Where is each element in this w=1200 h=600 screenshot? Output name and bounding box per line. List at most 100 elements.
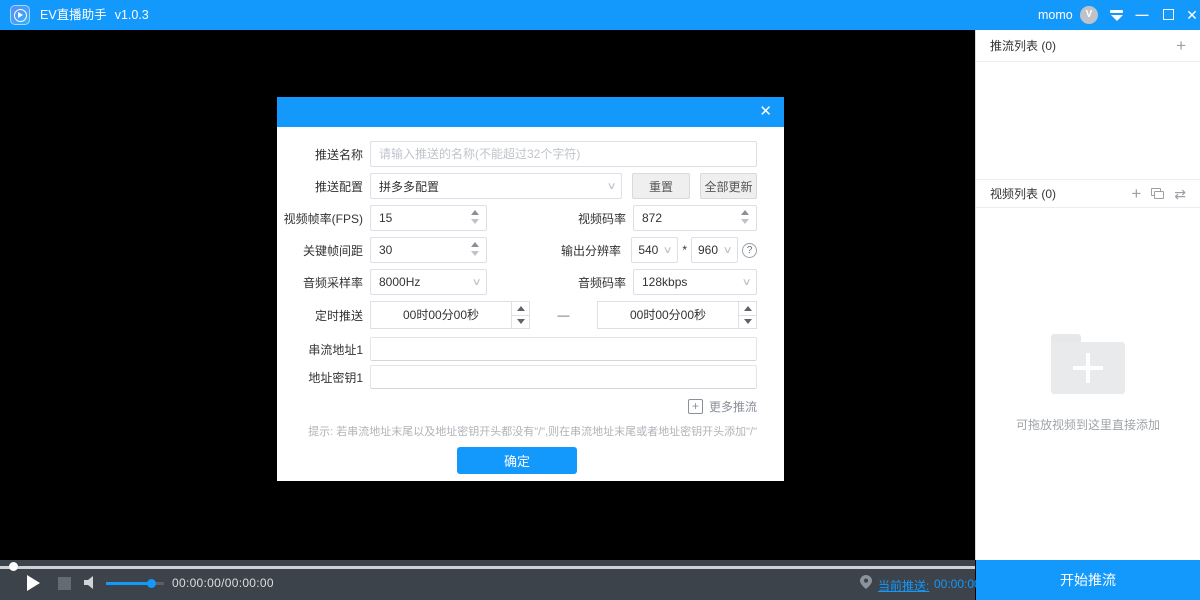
user-avatar[interactable]: V: [1080, 6, 1098, 24]
spin-up-icon[interactable]: [741, 210, 749, 215]
keyframe-interval-spinner[interactable]: 30: [370, 237, 487, 263]
audio-bitrate-label: 音频码率: [487, 274, 633, 291]
push-list-header: 推流列表 (0) +: [976, 30, 1200, 62]
seek-handle[interactable]: [9, 562, 18, 571]
stream-key-input[interactable]: [370, 365, 757, 389]
scheduled-push-row: 定时推送 00时00分00秒 — 00时00分00秒: [277, 301, 757, 329]
playback-time: 00:00:00/00:00:00: [172, 576, 274, 590]
spin-down-button[interactable]: [739, 315, 756, 329]
add-push-icon[interactable]: +: [1176, 37, 1186, 54]
refresh-list-icon[interactable]: ⇄: [1174, 187, 1186, 201]
chevron-down-icon: ∨: [606, 181, 616, 192]
stream-key-label: 地址密钥1: [277, 369, 370, 386]
video-fps-value: 15: [379, 211, 392, 225]
start-push-button[interactable]: 开始推流: [976, 560, 1200, 600]
schedule-end-value[interactable]: 00时00分00秒: [597, 301, 739, 329]
stream-key-row: 地址密钥1: [277, 365, 757, 389]
video-bitrate-spinner[interactable]: 872: [633, 205, 757, 231]
spin-up-icon[interactable]: [471, 242, 479, 247]
spin-down-icon[interactable]: [471, 251, 479, 256]
add-video-icon[interactable]: +: [1131, 185, 1141, 202]
stop-button[interactable]: [58, 577, 71, 590]
help-icon[interactable]: ?: [742, 243, 757, 258]
add-more-push-icon[interactable]: +: [688, 399, 703, 414]
dialog-close-icon[interactable]: ✕: [759, 97, 772, 127]
confirm-row: 确定: [277, 447, 757, 474]
stream-url-row: 串流地址1: [277, 337, 757, 361]
video-fps-label: 视频帧率(FPS): [277, 210, 370, 227]
stream-url-label: 串流地址1: [277, 341, 370, 358]
current-push-label: 当前推送:: [878, 577, 929, 594]
schedule-start-field[interactable]: 00时00分00秒: [370, 301, 530, 329]
audio-bitrate-value: 128kbps: [642, 275, 687, 289]
maximize-button[interactable]: [1156, 0, 1180, 30]
collapse-menu-icon[interactable]: [1110, 10, 1123, 21]
resolution-width-value: 540: [638, 243, 658, 257]
spin-up-icon[interactable]: [471, 210, 479, 215]
volume-icon[interactable]: [84, 576, 99, 589]
app-name: EV直播助手: [40, 8, 107, 22]
seek-bar[interactable]: [0, 566, 975, 569]
audio-row: 音频采样率 8000Hz ∨ 音频码率 128kbps ∨: [277, 269, 757, 295]
push-name-label: 推送名称: [277, 146, 370, 163]
keyframe-resolution-row: 关键帧间距 30 输出分辨率 540 ∨ * 960 ∨ ?: [277, 237, 757, 263]
output-resolution-label: 输出分辨率: [487, 242, 628, 259]
schedule-end-field[interactable]: 00时00分00秒: [597, 301, 757, 329]
player-bar: 00:00:00/00:00:00 当前推送: 00:00:00: [0, 560, 975, 600]
playlist-mode-icon[interactable]: [1151, 188, 1164, 199]
schedule-end-spinner: [739, 301, 757, 329]
more-push-row: + 更多推流: [277, 395, 757, 417]
video-list-header: 视频列表 (0) + ⇄: [976, 179, 1200, 208]
video-fps-spinner[interactable]: 15: [370, 205, 487, 231]
spin-down-icon[interactable]: [741, 219, 749, 224]
username-label[interactable]: momo: [1038, 0, 1073, 30]
close-window-button[interactable]: ✕: [1180, 0, 1200, 30]
spin-up-button[interactable]: [739, 302, 756, 315]
fps-bitrate-row: 视频帧率(FPS) 15 视频码率 872: [277, 205, 757, 231]
more-push-label[interactable]: 更多推流: [709, 398, 757, 415]
titlebar: EV直播助手 v1.0.3 momo V — ✕: [0, 0, 1200, 30]
asterisk-separator: *: [682, 243, 687, 257]
resolution-height-select[interactable]: 960 ∨: [691, 237, 738, 263]
push-name-row: 推送名称: [277, 141, 757, 167]
volume-handle[interactable]: [147, 579, 156, 588]
schedule-start-value[interactable]: 00时00分00秒: [370, 301, 512, 329]
video-list-title: 视频列表 (0): [990, 185, 1056, 202]
resolution-width-select[interactable]: 540 ∨: [631, 237, 678, 263]
scheduled-push-label: 定时推送: [277, 307, 370, 324]
video-dropzone[interactable]: 可拖放视频到这里直接添加: [976, 208, 1200, 558]
chevron-down-icon: ∨: [741, 277, 751, 288]
maximize-icon: [1163, 9, 1174, 20]
audio-sample-rate-label: 音频采样率: [277, 274, 370, 291]
play-button[interactable]: [27, 575, 40, 591]
update-all-button[interactable]: 全部更新: [700, 173, 757, 199]
video-bitrate-value: 872: [642, 211, 662, 225]
resolution-height-value: 960: [698, 243, 718, 257]
confirm-button[interactable]: 确定: [457, 447, 577, 474]
app-title: EV直播助手 v1.0.3: [40, 0, 157, 30]
push-config-select[interactable]: 拼多多配置 ∨: [370, 173, 622, 199]
add-folder-icon[interactable]: [1051, 334, 1125, 394]
current-push-time: 00:00:00: [934, 577, 981, 591]
dropzone-hint: 可拖放视频到这里直接添加: [1016, 416, 1160, 433]
keyframe-interval-label: 关键帧间距: [277, 242, 370, 259]
sidebar: 推流列表 (0) + 视频列表 (0) + ⇄ 可拖放视频到这里直接添加: [975, 30, 1200, 560]
app-version: v1.0.3: [115, 8, 149, 22]
push-config-label: 推送配置: [277, 178, 370, 195]
dialog-hint: 提示: 若串流地址末尾以及地址密钥开头都没有"/",则在串流地址末尾或者地址密钥…: [277, 423, 757, 439]
dialog-body: 推送名称 推送配置 拼多多配置 ∨ 重置 全部更新 视频帧率(FPS) 15 视…: [277, 127, 784, 474]
audio-sample-rate-select[interactable]: 8000Hz ∨: [370, 269, 487, 295]
push-config-row: 推送配置 拼多多配置 ∨ 重置 全部更新: [277, 173, 757, 199]
push-settings-dialog: ✕ 推送名称 推送配置 拼多多配置 ∨ 重置 全部更新 视频帧率(FPS) 15…: [277, 97, 784, 481]
dialog-header: ✕: [277, 97, 784, 127]
keyframe-interval-value: 30: [379, 243, 392, 257]
spin-down-icon[interactable]: [471, 219, 479, 224]
push-name-input[interactable]: [370, 141, 757, 167]
stream-url-input[interactable]: [370, 337, 757, 361]
minimize-button[interactable]: —: [1130, 0, 1154, 30]
spin-up-button[interactable]: [512, 302, 529, 315]
reset-button[interactable]: 重置: [632, 173, 690, 199]
spin-down-button[interactable]: [512, 315, 529, 329]
volume-slider[interactable]: [106, 582, 164, 585]
audio-bitrate-select[interactable]: 128kbps ∨: [633, 269, 757, 295]
